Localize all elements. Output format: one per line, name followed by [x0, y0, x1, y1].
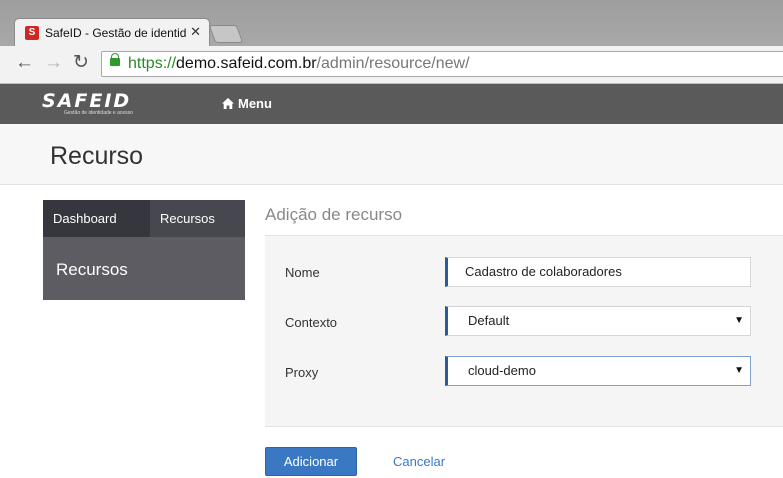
url-scheme: https://	[128, 55, 177, 72]
tab-dashboard[interactable]: Dashboard	[43, 200, 150, 237]
tab-title: SafeID - Gestão de identid	[45, 26, 187, 40]
sidebar: Dashboard Recursos Recursos	[43, 200, 245, 300]
reload-icon[interactable]: ↻	[73, 53, 89, 73]
home-icon	[222, 98, 234, 109]
menu-label: Menu	[238, 96, 272, 111]
dropdown-arrow-icon: ▼	[734, 365, 744, 376]
safeid-favicon-icon: S	[25, 26, 39, 40]
dropdown-arrow-icon: ▼	[734, 315, 744, 326]
resource-form: Nome Cadastro de colaboradores Contexto …	[265, 235, 783, 427]
url-text: https://demo.safeid.com.br/admin/resourc…	[128, 55, 470, 73]
cancelar-link[interactable]: Cancelar	[393, 454, 445, 470]
sidebar-heading[interactable]: Recursos	[43, 237, 245, 280]
browser-toolbar: ← → ↻ https://demo.safeid.com.br/admin/r…	[0, 46, 783, 84]
page-header: Recurso	[0, 124, 783, 185]
logo-text: SAFEID	[42, 90, 132, 112]
proxy-select[interactable]: cloud-demo ▼	[445, 356, 751, 386]
menu-button[interactable]: Menu	[222, 96, 272, 112]
adicionar-button[interactable]: Adicionar	[265, 447, 357, 476]
lock-icon	[110, 53, 120, 66]
app-header: SAFEID Gestão de identidade e acesso Men…	[0, 84, 783, 124]
contexto-label: Contexto	[285, 315, 338, 330]
browser-titlebar: S SafeID - Gestão de identid ✕	[0, 0, 783, 46]
contexto-select[interactable]: Default ▼	[445, 306, 751, 336]
proxy-label: Proxy	[285, 365, 319, 380]
url-host: demo.safeid.com.br	[176, 55, 317, 72]
browser-tab[interactable]: S SafeID - Gestão de identid ✕	[14, 18, 210, 46]
sidebar-tabs: Dashboard Recursos	[43, 200, 245, 237]
safeid-logo[interactable]: SAFEID Gestão de identidade e acesso	[42, 90, 164, 117]
new-tab-button[interactable]	[208, 25, 244, 43]
address-bar[interactable]: https://demo.safeid.com.br/admin/resourc…	[101, 51, 783, 77]
nome-value: Cadastro de colaboradores	[465, 264, 622, 279]
contexto-value: Default	[468, 313, 510, 328]
url-path: /admin/resource/new/	[316, 55, 470, 72]
logo-tagline: Gestão de identidade e acesso	[64, 110, 133, 116]
nome-label: Nome	[285, 265, 320, 280]
nome-input[interactable]: Cadastro de colaboradores	[445, 257, 751, 287]
sidebar-panel: Recursos	[43, 237, 245, 300]
page-title: Recurso	[50, 142, 144, 170]
tab-recursos[interactable]: Recursos	[150, 200, 245, 237]
back-arrow-icon[interactable]: ←	[15, 53, 34, 73]
close-icon[interactable]: ✕	[190, 24, 201, 40]
proxy-value: cloud-demo	[468, 363, 536, 378]
forward-arrow-icon[interactable]: →	[44, 53, 63, 73]
form-section-title: Adição de recurso	[265, 205, 403, 224]
